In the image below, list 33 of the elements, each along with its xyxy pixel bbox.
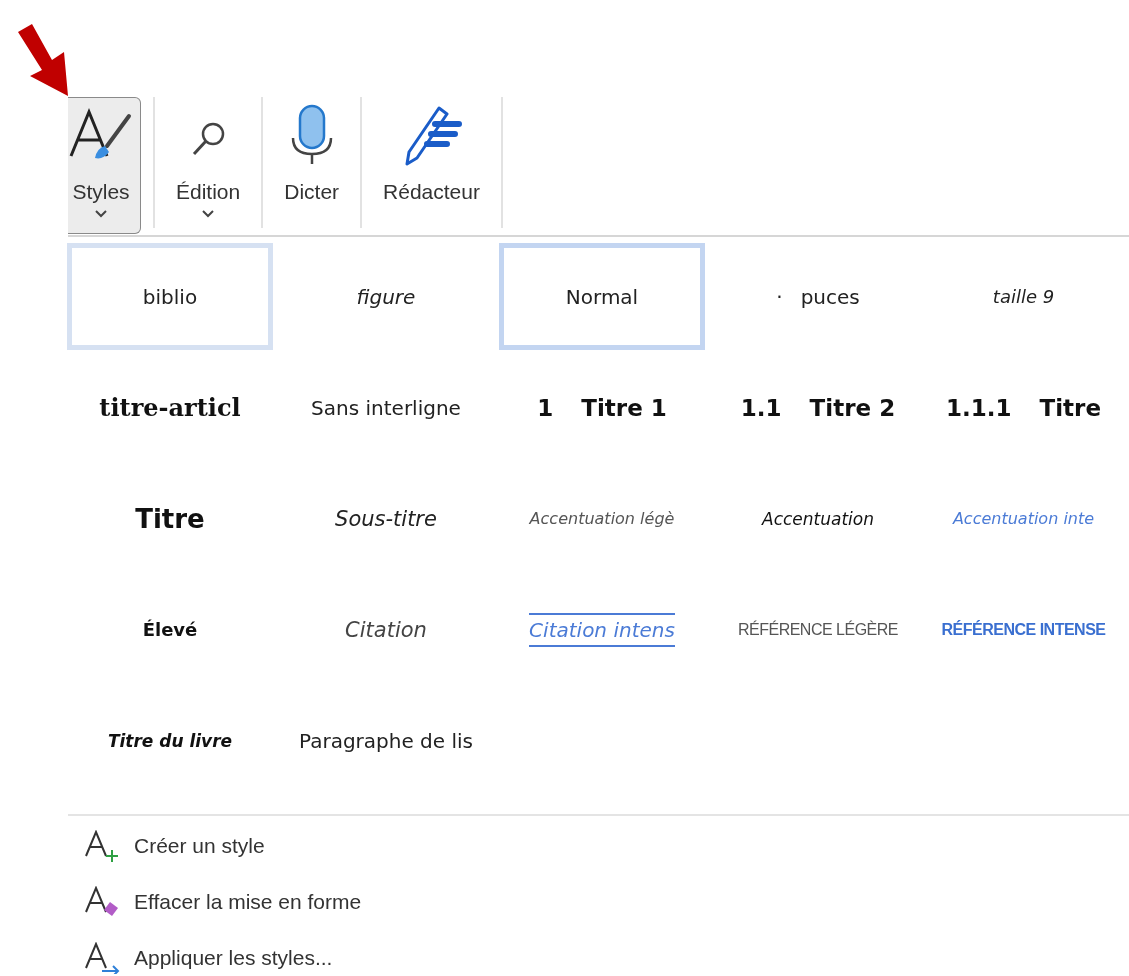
style-option[interactable]: figure bbox=[283, 243, 489, 350]
ribbon-button[interactable]: Rédacteur bbox=[374, 97, 489, 234]
style-option[interactable]: Accentuation légè bbox=[499, 465, 705, 572]
style-option[interactable]: RÉFÉRENCE INTENSE bbox=[931, 576, 1116, 683]
style-option[interactable]: Citation intens bbox=[499, 576, 705, 683]
menu-item[interactable]: Effacer la mise en forme bbox=[84, 874, 1129, 930]
style-option[interactable]: · puces bbox=[715, 243, 921, 350]
microphone-icon bbox=[289, 104, 334, 166]
style-option[interactable]: Normal bbox=[499, 243, 705, 350]
styles-button[interactable]: Styles bbox=[68, 97, 141, 234]
style-option[interactable]: biblio bbox=[67, 243, 273, 350]
style-option[interactable]: Citation bbox=[283, 576, 489, 683]
eraser-icon bbox=[84, 886, 120, 918]
menu-item[interactable]: Créer un style bbox=[84, 818, 1129, 874]
ribbon-button[interactable]: Édition bbox=[167, 97, 250, 234]
style-option[interactable]: titre-articl bbox=[67, 354, 273, 461]
style-option[interactable]: RÉFÉRENCE LÉGÈRE bbox=[715, 576, 921, 683]
ribbon-button[interactable]: Dicter bbox=[275, 97, 349, 234]
style-option[interactable]: Titre bbox=[67, 465, 273, 572]
style-option[interactable]: 1.1.1 Titre bbox=[931, 354, 1116, 461]
style-option[interactable]: Sous-titre bbox=[283, 465, 489, 572]
style-option[interactable]: taille 9 bbox=[931, 243, 1116, 350]
style-option[interactable]: Accentuation inte bbox=[931, 465, 1116, 572]
style-option[interactable]: Accentuation bbox=[715, 465, 921, 572]
style-option[interactable]: 1 Titre 1 bbox=[499, 354, 705, 461]
menu-item[interactable]: Appliquer les styles... bbox=[84, 930, 1129, 976]
style-option[interactable]: Sans interligne bbox=[283, 354, 489, 461]
style-option[interactable]: 1.1 Titre 2 bbox=[715, 354, 921, 461]
style-option[interactable]: Titre du livre bbox=[67, 687, 273, 794]
style-option[interactable]: Paragraphe de lis bbox=[283, 687, 489, 794]
new-style-icon bbox=[84, 830, 120, 862]
style-option[interactable]: Élevé bbox=[67, 576, 273, 683]
apply-style-icon bbox=[84, 942, 120, 974]
